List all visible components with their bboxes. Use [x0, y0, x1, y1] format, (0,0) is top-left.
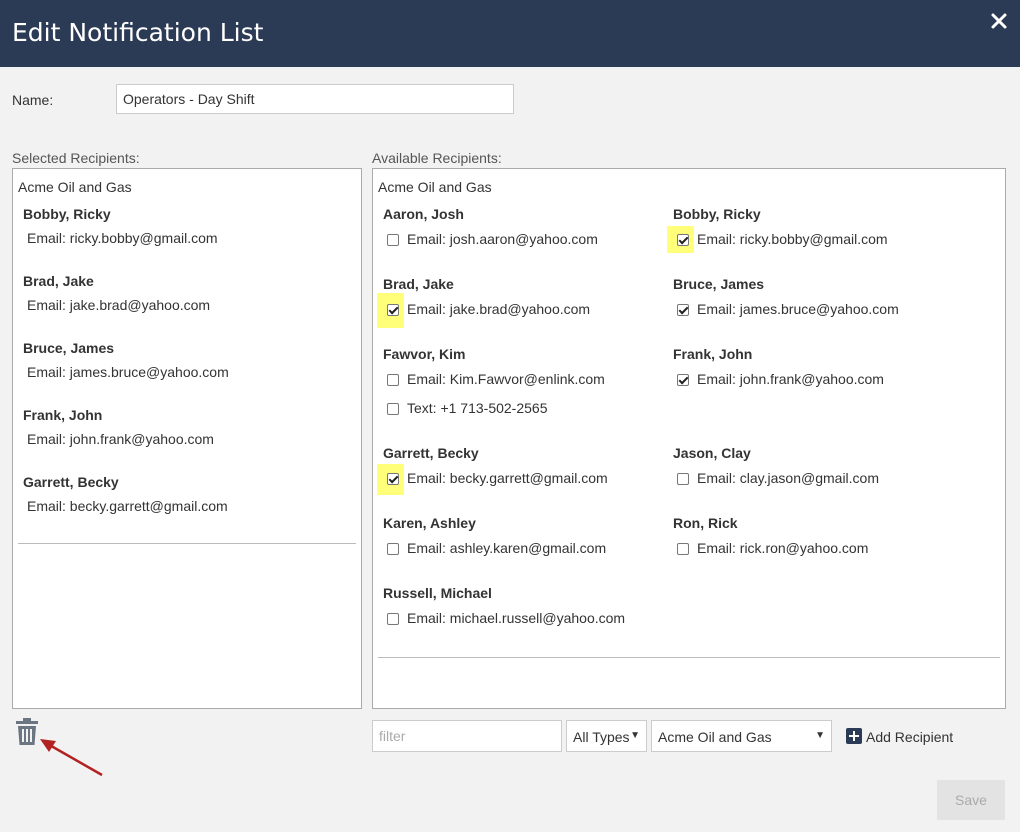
save-button[interactable]: Save [937, 780, 1005, 820]
contact-text: Email: rick.ron@yahoo.com [697, 540, 869, 556]
plus-square-icon [846, 728, 862, 744]
contact-row[interactable]: Email: becky.garrett@gmail.com [377, 464, 608, 495]
contact-checkbox[interactable] [387, 374, 399, 386]
recipient-email: Email: jake.brad@yahoo.com [27, 297, 211, 313]
filter-input[interactable] [372, 720, 562, 752]
available-recipient: Garrett, Becky Email: becky.garrett@gmai… [377, 445, 608, 495]
available-recipient: Aaron, Josh Email: josh.aaron@yahoo.com [383, 206, 598, 255]
available-recipient: Russell, Michael Email: michael.russell@… [383, 585, 625, 634]
recipient-email: Email: becky.garrett@gmail.com [27, 498, 228, 514]
contact-text: Email: Kim.Fawvor@enlink.com [407, 371, 605, 387]
recipient-name: Aaron, Josh [383, 206, 464, 222]
selected-recipient[interactable]: Garrett, Becky Email: becky.garrett@gmai… [23, 474, 228, 514]
contact-text: Email: becky.garrett@gmail.com [407, 470, 608, 486]
available-recipient: Bobby, Ricky Email: ricky.bobby@gmail.co… [667, 206, 888, 255]
red-arrow-icon [40, 739, 103, 777]
name-label: Name: [12, 92, 54, 108]
contact-checkbox[interactable] [677, 543, 689, 555]
available-recipient: Ron, Rick Email: rick.ron@yahoo.com [673, 515, 868, 564]
selected-recipient[interactable]: Bruce, James Email: james.bruce@yahoo.co… [23, 340, 229, 380]
modal-title: Edit Notification List [12, 18, 264, 47]
contact-checkbox[interactable] [677, 304, 689, 316]
contact-checkbox[interactable] [677, 473, 689, 485]
contact-text: Email: john.frank@yahoo.com [697, 371, 884, 387]
recipient-name: Karen, Ashley [383, 515, 476, 531]
recipient-name: Brad, Jake [383, 276, 454, 292]
recipient-email: Email: james.bruce@yahoo.com [27, 364, 229, 380]
contact-row[interactable]: Email: rick.ron@yahoo.com [673, 535, 868, 564]
contact-checkbox[interactable] [677, 374, 689, 386]
available-org-header: Acme Oil and Gas [378, 179, 492, 195]
contact-row[interactable]: Email: josh.aaron@yahoo.com [383, 226, 598, 255]
recipient-name: Garrett, Becky [383, 445, 479, 461]
organization-select[interactable]: Acme Oil and Gas ▼ [651, 720, 832, 752]
contact-row[interactable]: Text: +1 713-502-2565 [383, 395, 548, 424]
selected-org-header: Acme Oil and Gas [18, 179, 132, 195]
contact-row[interactable]: Email: michael.russell@yahoo.com [383, 605, 625, 634]
contact-checkbox[interactable] [387, 543, 399, 555]
selected-recipients-label: Selected Recipients: [12, 150, 140, 166]
recipient-name: Bruce, James [673, 276, 765, 292]
recipient-name: Ron, Rick [673, 515, 738, 531]
available-recipient: Bruce, James Email: james.bruce@yahoo.co… [673, 276, 899, 325]
recipient-name: Fawvor, Kim [383, 346, 466, 362]
available-recipient: Frank, John Email: john.frank@yahoo.com [673, 346, 884, 395]
contact-checkbox[interactable] [387, 304, 399, 316]
caret-down-icon: ▼ [815, 730, 825, 741]
contact-checkbox[interactable] [677, 234, 689, 246]
contact-text: Email: josh.aaron@yahoo.com [407, 231, 598, 247]
contact-text: Email: michael.russell@yahoo.com [407, 610, 626, 626]
recipient-name: Frank, John [673, 346, 753, 362]
type-select-value: All Types [573, 729, 630, 745]
recipient-name: Garrett, Becky [23, 474, 119, 490]
available-recipient: Jason, Clay Email: clay.jason@gmail.com [673, 445, 879, 494]
contact-text: Email: james.bruce@yahoo.com [697, 301, 899, 317]
contact-row[interactable]: Email: john.frank@yahoo.com [673, 366, 884, 395]
available-recipients-label: Available Recipients: [372, 150, 502, 166]
contact-row[interactable]: Email: ricky.bobby@gmail.com [667, 226, 888, 255]
selected-recipient[interactable]: Frank, John Email: john.frank@yahoo.com [23, 407, 214, 447]
modal-header: Edit Notification List [0, 0, 1020, 67]
recipient-name: Brad, Jake [23, 273, 94, 289]
recipient-email: Email: ricky.bobby@gmail.com [27, 230, 218, 246]
type-select[interactable]: All Types ▼ [566, 720, 647, 752]
contact-checkbox[interactable] [387, 473, 399, 485]
close-icon[interactable] [988, 10, 1010, 32]
selected-recipients-panel[interactable]: Acme Oil and Gas Bobby, Ricky Email: ric… [12, 168, 362, 709]
organization-select-value: Acme Oil and Gas [658, 729, 772, 745]
contact-row[interactable]: Email: Kim.Fawvor@enlink.com [383, 366, 605, 395]
available-recipients-panel[interactable]: Acme Oil and Gas Aaron, Josh Email: josh… [372, 168, 1006, 709]
contact-text: Email: ricky.bobby@gmail.com [697, 231, 888, 247]
contact-row[interactable]: Email: ashley.karen@gmail.com [383, 535, 606, 564]
recipient-name: Jason, Clay [673, 445, 751, 461]
selected-recipient[interactable]: Brad, Jake Email: jake.brad@yahoo.com [23, 273, 210, 313]
available-recipient: Fawvor, Kim Email: Kim.Fawvor@enlink.com… [383, 346, 605, 424]
name-input[interactable] [116, 84, 514, 114]
contact-text: Text: +1 713-502-2565 [407, 400, 548, 416]
contact-row[interactable]: Email: jake.brad@yahoo.com [377, 293, 590, 328]
contact-row[interactable]: Email: clay.jason@gmail.com [673, 465, 879, 494]
recipient-email: Email: john.frank@yahoo.com [27, 431, 214, 447]
recipient-name: Russell, Michael [383, 585, 492, 601]
caret-down-icon: ▼ [630, 730, 640, 741]
add-recipient-label: Add Recipient [866, 729, 954, 745]
available-recipient: Karen, Ashley Email: ashley.karen@gmail.… [383, 515, 606, 564]
contact-text: Email: jake.brad@yahoo.com [407, 301, 591, 317]
recipient-name: Bobby, Ricky [23, 206, 111, 222]
contact-checkbox[interactable] [387, 234, 399, 246]
contact-text: Email: clay.jason@gmail.com [697, 470, 880, 486]
selected-list-divider [18, 543, 356, 544]
contact-checkbox[interactable] [387, 403, 399, 415]
available-list-divider [378, 657, 1000, 658]
contact-text: Email: ashley.karen@gmail.com [407, 540, 607, 556]
recipient-name: Bobby, Ricky [673, 206, 761, 222]
recipient-name: Bruce, James [23, 340, 115, 356]
recipient-name: Frank, John [23, 407, 103, 423]
selected-recipient[interactable]: Bobby, Ricky Email: ricky.bobby@gmail.co… [23, 206, 218, 246]
available-recipient: Brad, Jake Email: jake.brad@yahoo.com [377, 276, 590, 328]
contact-checkbox[interactable] [387, 613, 399, 625]
contact-row[interactable]: Email: james.bruce@yahoo.com [673, 296, 899, 325]
